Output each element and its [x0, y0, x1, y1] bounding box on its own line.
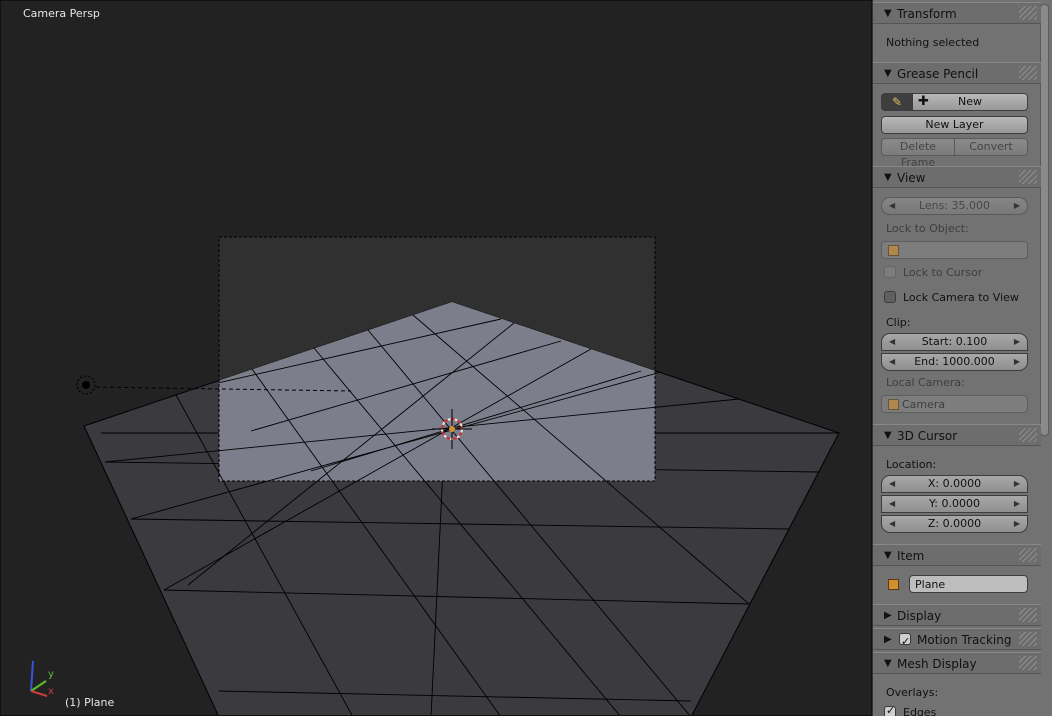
cursor-y-field[interactable]: ◀ Y: 0.0000 ▶ [881, 495, 1028, 513]
delete-frame-button[interactable]: Delete Frame [881, 138, 955, 169]
increment-arrow-icon[interactable]: ▶ [1014, 334, 1020, 350]
decrement-arrow-icon[interactable]: ◀ [889, 198, 895, 214]
panel-expand-icon: ▼ [884, 658, 892, 669]
cube-icon [888, 245, 899, 256]
panel-expand-icon: ▼ [884, 68, 892, 79]
decrement-arrow-icon[interactable]: ◀ [889, 334, 895, 350]
grease-pencil-new-button[interactable]: ✚ New [912, 93, 1028, 111]
edges-label: Edges [903, 706, 937, 716]
nothing-selected-text: Nothing selected [886, 36, 980, 49]
panel-view[interactable]: ▼ View [873, 166, 1041, 188]
overlays-label: Overlays: [886, 686, 939, 699]
panel-grease-pencil[interactable]: ▼ Grease Pencil [873, 62, 1041, 84]
cursor-z-field[interactable]: ◀ Z: 0.0000 ▶ [881, 515, 1028, 533]
lock-object-label: Lock to Object: [886, 222, 969, 235]
convert-button[interactable]: Convert [954, 138, 1028, 156]
panel-title: Motion Tracking [917, 633, 1012, 647]
cursor-y-value: Y: 0.0000 [929, 497, 980, 510]
local-camera-value: Camera [902, 398, 946, 411]
drag-grip-icon[interactable] [1019, 170, 1037, 184]
lock-cursor-checkbox[interactable] [884, 266, 896, 278]
cursor-x-field[interactable]: ◀ X: 0.0000 ▶ [881, 475, 1028, 493]
panel-title: Display [897, 609, 942, 623]
drag-grip-icon[interactable] [1019, 632, 1037, 646]
panel-3d-cursor[interactable]: ▼ 3D Cursor [873, 424, 1041, 446]
panel-expand-icon: ▼ [884, 8, 892, 19]
lock-camera-label: Lock Camera to View [903, 291, 1019, 304]
panel-expand-icon: ▼ [884, 550, 892, 561]
object-name-field[interactable]: Plane [909, 575, 1028, 593]
panel-expand-icon: ▼ [884, 430, 892, 441]
panel-collapsed-icon: ▶ [884, 610, 892, 621]
panel-title: 3D Cursor [897, 429, 958, 443]
lock-object-field[interactable] [881, 241, 1028, 259]
axis-x-label: x [48, 686, 54, 697]
object-name-value: Plane [915, 578, 946, 591]
decrement-arrow-icon[interactable]: ◀ [889, 496, 895, 512]
decrement-arrow-icon[interactable]: ◀ [889, 516, 895, 532]
pencil-icon: ✎ [891, 95, 903, 109]
increment-arrow-icon[interactable]: ▶ [1014, 198, 1020, 214]
properties-sidebar[interactable]: ▼ Transform Nothing selected ▼ Grease Pe… [872, 0, 1052, 716]
active-object-label: (1) Plane [65, 696, 115, 709]
panel-title: View [897, 171, 926, 185]
cursor-x-value: X: 0.0000 [927, 477, 982, 490]
panel-title: Mesh Display [897, 657, 977, 671]
location-label: Location: [886, 458, 937, 471]
panel-item[interactable]: ▼ Item [873, 544, 1041, 566]
panel-motion-tracking[interactable]: ▶ Motion Tracking [873, 628, 1041, 653]
lens-value: Lens: 35.000 [918, 199, 991, 212]
viewport-scene [30, 236, 840, 715]
drag-grip-icon[interactable] [1019, 428, 1037, 442]
panel-title: Grease Pencil [897, 67, 979, 81]
clip-start-field[interactable]: ◀ Start: 0.100 ▶ [881, 333, 1028, 351]
local-camera-field[interactable]: Camera [881, 395, 1028, 413]
sidebar-scrollbar[interactable] [1040, 4, 1049, 436]
clip-start-value: Start: 0.100 [921, 335, 988, 348]
axis-gizmo-icon [30, 660, 48, 697]
cursor-z-value: Z: 0.0000 [927, 517, 982, 530]
decrement-arrow-icon[interactable]: ◀ [889, 354, 895, 370]
clip-end-value: End: 1000.000 [914, 355, 995, 368]
panel-collapsed-icon: ▶ [884, 634, 892, 645]
drag-grip-icon[interactable] [1019, 66, 1037, 80]
lens-field[interactable]: ◀ Lens: 35.000 ▶ [881, 197, 1028, 215]
increment-arrow-icon[interactable]: ▶ [1014, 354, 1020, 370]
increment-arrow-icon[interactable]: ▶ [1014, 516, 1020, 532]
drag-grip-icon[interactable] [1019, 608, 1037, 622]
panel-expand-icon: ▼ [884, 172, 892, 183]
new-label: New [958, 95, 982, 108]
panel-title: Item [897, 549, 925, 563]
drag-grip-icon[interactable] [1019, 6, 1037, 20]
increment-arrow-icon[interactable]: ▶ [1014, 496, 1020, 512]
3d-viewport[interactable]: Camera Persp (1) Plane y x [0, 0, 872, 716]
lock-camera-checkbox[interactable] [884, 291, 896, 303]
plus-icon: ✚ [918, 94, 929, 109]
lock-cursor-label: Lock to Cursor [903, 266, 983, 279]
local-camera-label: Local Camera: [886, 376, 965, 389]
panel-transform[interactable]: ▼ Transform [873, 2, 1041, 24]
drag-grip-icon[interactable] [1019, 548, 1037, 562]
panel-title: Transform [897, 7, 957, 21]
viewport-title: Camera Persp [23, 7, 100, 20]
cube-icon [888, 399, 899, 410]
panel-display[interactable]: ▶ Display [873, 604, 1041, 626]
edges-checkbox[interactable] [884, 704, 896, 716]
decrement-arrow-icon[interactable]: ◀ [889, 476, 895, 492]
new-layer-button[interactable]: New Layer [881, 116, 1028, 134]
object-cube-icon [888, 579, 899, 590]
clip-end-field[interactable]: ◀ End: 1000.000 ▶ [881, 353, 1028, 371]
axis-y-label: y [48, 669, 54, 680]
increment-arrow-icon[interactable]: ▶ [1014, 476, 1020, 492]
clip-label: Clip: [886, 316, 911, 329]
grease-pencil-draw-button[interactable]: ✎ [881, 93, 913, 111]
panel-mesh-display[interactable]: ▼ Mesh Display [873, 652, 1041, 674]
motion-tracking-checkbox[interactable] [899, 631, 911, 653]
drag-grip-icon[interactable] [1019, 656, 1037, 670]
